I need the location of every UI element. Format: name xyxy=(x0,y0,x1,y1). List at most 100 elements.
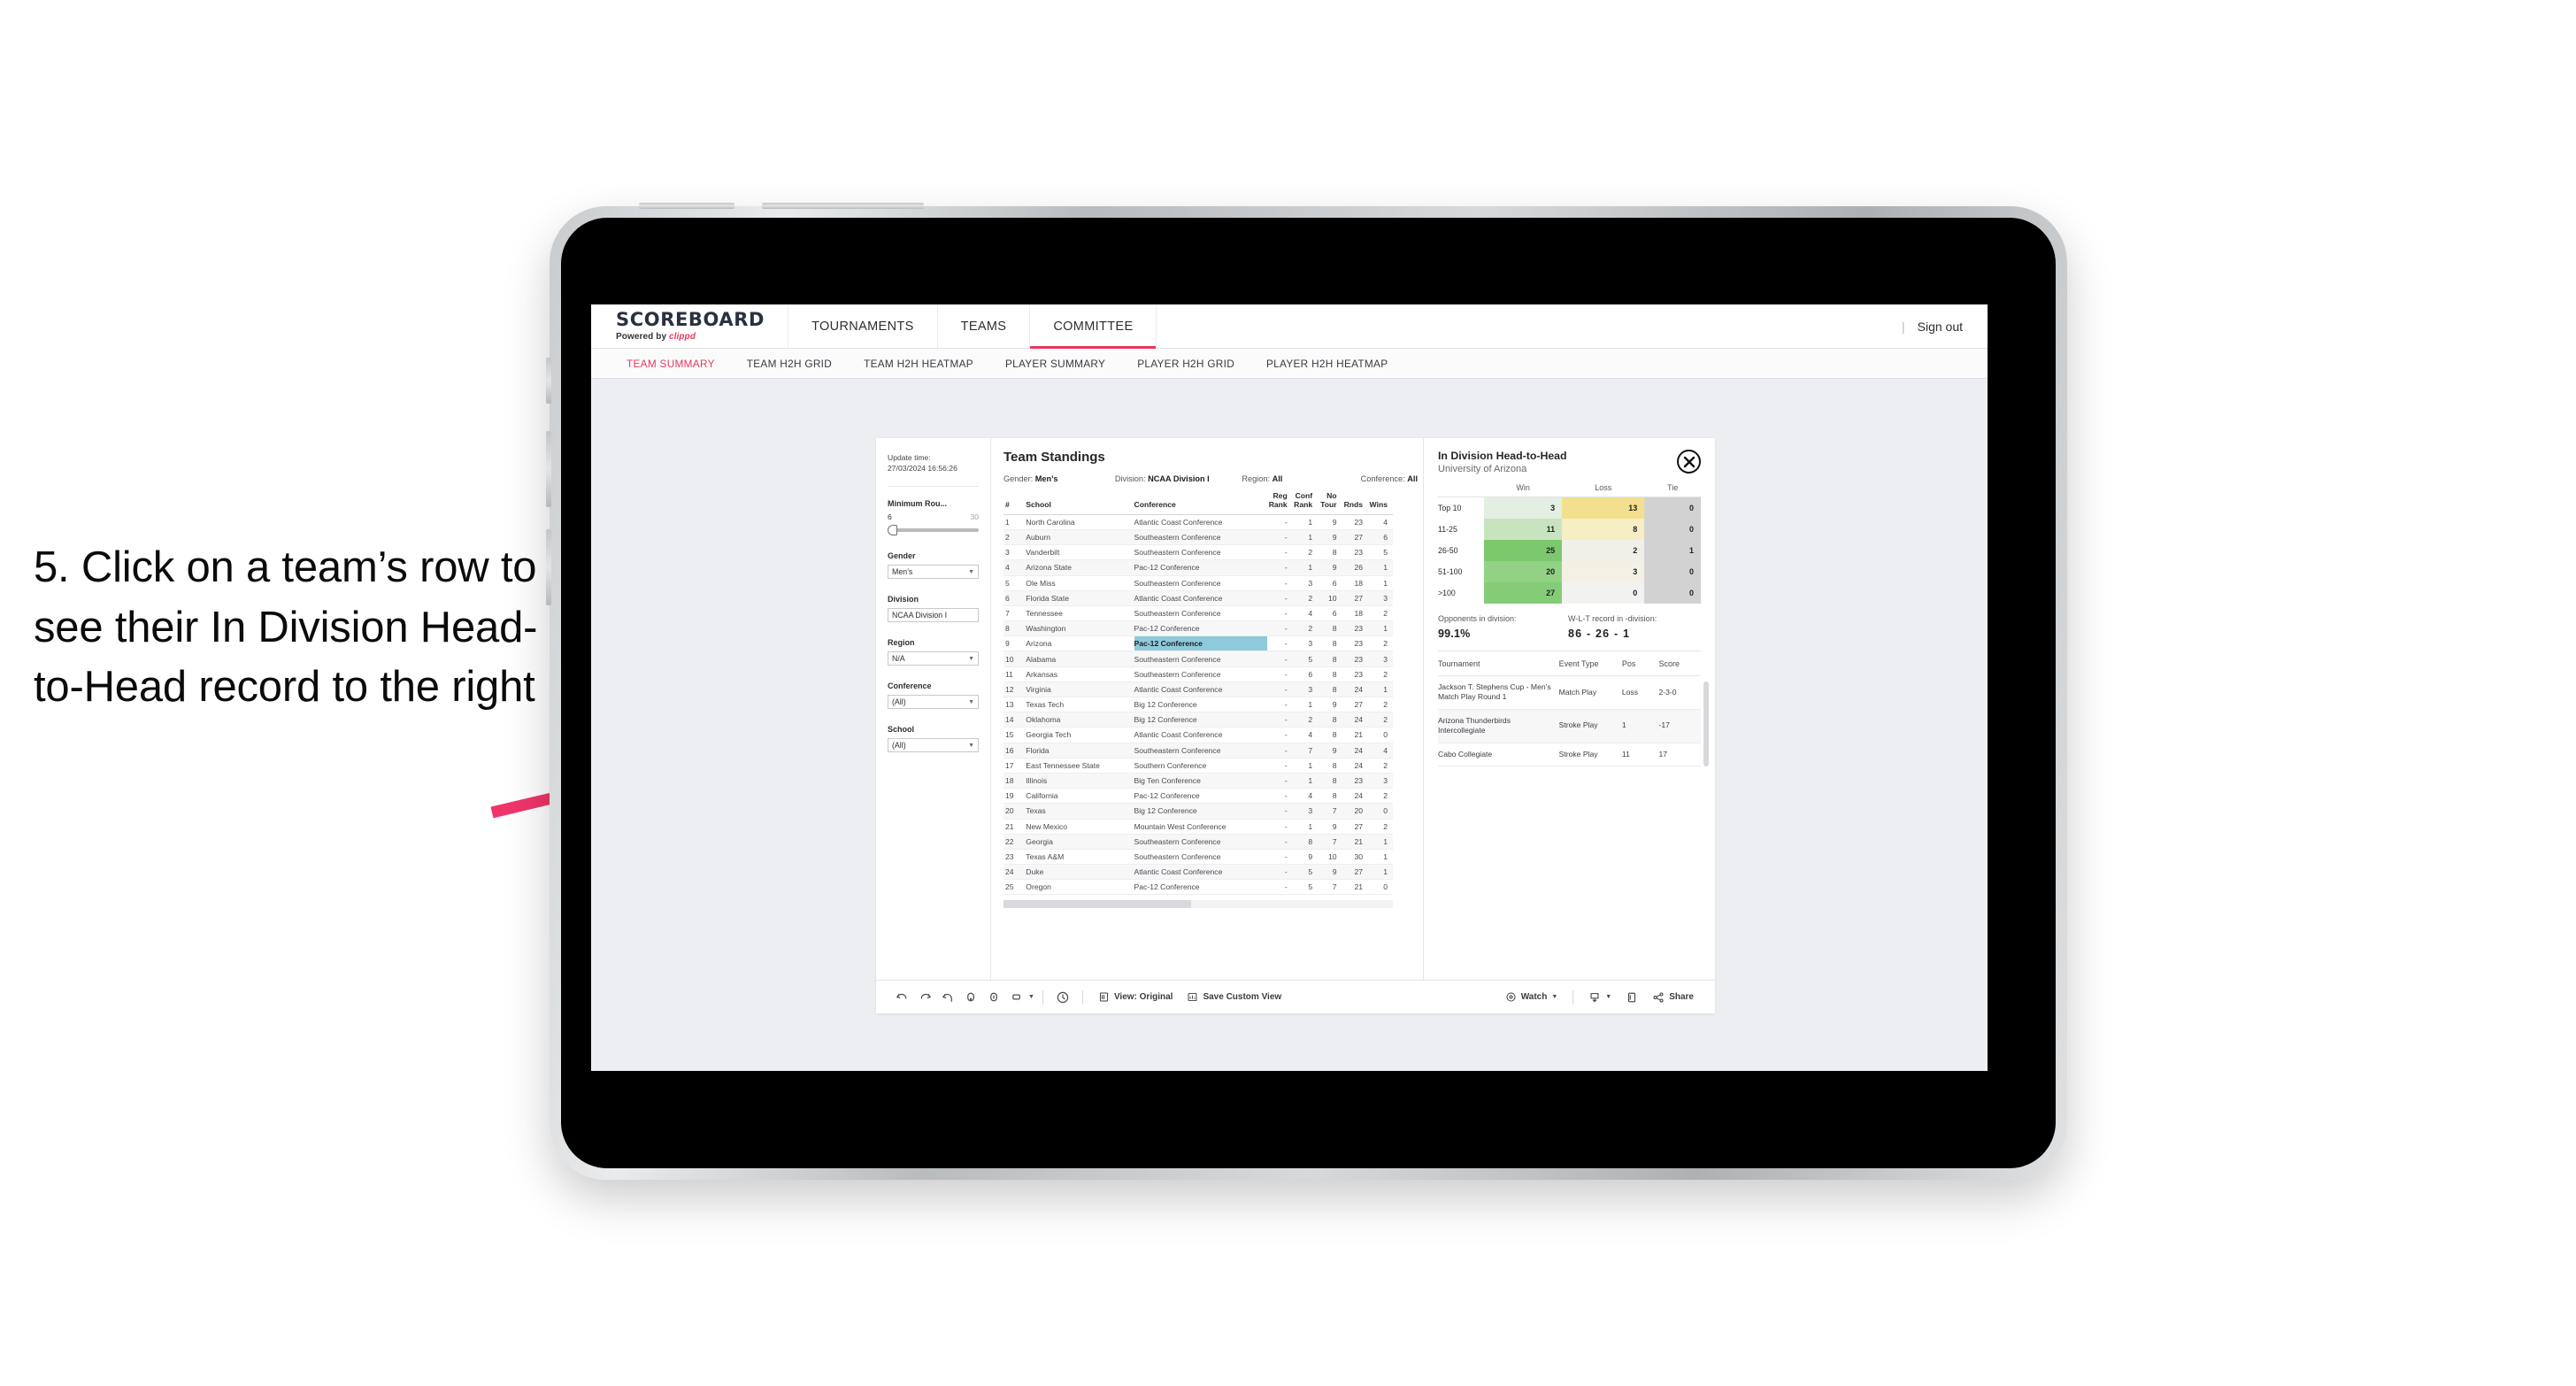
table-row[interactable]: 1 North Carolina Atlantic Coast Conference… xyxy=(1003,514,1393,530)
watch-button[interactable]: Watch ▼ xyxy=(1498,991,1565,1003)
h2h-cell-loss[interactable]: 8 xyxy=(1562,518,1645,540)
cell-no-tour: 9 xyxy=(1318,743,1342,758)
tab-team-h2h-heatmap[interactable]: TEAM H2H HEATMAP xyxy=(848,358,989,370)
h2h-cell-loss[interactable]: 13 xyxy=(1562,497,1645,519)
h2h-cell-win[interactable]: 25 xyxy=(1484,539,1563,561)
table-row[interactable]: 9 Arizona Pac-12 Conference -3 8 23 2 xyxy=(1003,635,1393,652)
table-row[interactable]: 6 Florida State Atlantic Coast Conference -… xyxy=(1003,590,1393,606)
h2h-cell-tie[interactable]: 0 xyxy=(1644,518,1701,540)
table-row[interactable]: 11 Arkansas Southeastern Conference -6 8 23 2 xyxy=(1003,666,1393,682)
cell-no-tour: 9 xyxy=(1318,514,1342,530)
alerts-icon[interactable] xyxy=(1051,986,1074,1009)
brand-logo[interactable]: SCOREBOARD Powered by clippd xyxy=(591,304,789,348)
chevron-down-icon[interactable]: ▼ xyxy=(1551,994,1557,1000)
col-no-tour[interactable]: No Tour xyxy=(1318,491,1342,515)
table-row[interactable]: 3 Vanderbilt Southeastern Conference -2 8 23 5 xyxy=(1003,544,1393,561)
list-item[interactable]: Jackson T. Stephens Cup - Men’s Match Pl… xyxy=(1438,675,1701,710)
revert-icon[interactable] xyxy=(936,986,959,1009)
view-original-button[interactable]: View: Original xyxy=(1091,991,1180,1003)
table-row[interactable]: 23 Texas A&M Southeastern Conference -9 10 30… xyxy=(1003,849,1393,866)
table-row[interactable]: 17 East Tennessee State Southern Conferenc… xyxy=(1003,758,1393,774)
tab-player-summary[interactable]: PLAYER SUMMARY xyxy=(989,358,1121,370)
list-item[interactable]: Cabo Collegiate Stroke Play 11 17 xyxy=(1438,743,1701,766)
h2h-cell-loss[interactable]: 3 xyxy=(1562,560,1645,582)
tab-player-h2h-grid[interactable]: PLAYER H2H GRID xyxy=(1121,358,1250,370)
col-conf-rank[interactable]: Conf Rank xyxy=(1292,491,1319,515)
minimum-rounds-slider[interactable] xyxy=(888,525,979,536)
nav-tournaments[interactable]: TOURNAMENTS xyxy=(788,304,938,348)
nav-teams[interactable]: TEAMS xyxy=(938,304,1031,348)
gender-filter-select[interactable]: Men’s ▼ xyxy=(888,565,979,580)
table-row[interactable]: 4 Arizona State Pac-12 Conference -1 9 26 1 xyxy=(1003,559,1393,576)
sign-out-link[interactable]: Sign out xyxy=(1918,320,1963,334)
h2h-cell-win[interactable]: 3 xyxy=(1484,497,1563,519)
scrollbar-thumb[interactable] xyxy=(1003,900,1191,909)
chevron-down-icon[interactable]: ▼ xyxy=(1605,994,1611,1000)
h2h-cell-tie[interactable]: 0 xyxy=(1644,497,1701,519)
table-row[interactable]: 20 Texas Big 12 Conference -3 7 20 0 xyxy=(1003,803,1393,820)
gender-filter-label: Gender xyxy=(888,551,916,561)
chevron-down-icon[interactable]: ▼ xyxy=(1028,994,1034,1000)
table-row[interactable]: 12 Virginia Atlantic Coast Conference -3 8 24… xyxy=(1003,681,1393,698)
refresh-icon[interactable] xyxy=(959,986,982,1009)
region-filter-select[interactable]: N/A ▼ xyxy=(888,651,979,666)
table-row[interactable]: 14 Oklahoma Big 12 Conference -2 8 24 2 xyxy=(1003,712,1393,728)
h2h-cell-loss[interactable]: 2 xyxy=(1562,539,1645,561)
cell-event-type: Stroke Play xyxy=(1558,743,1622,766)
close-icon[interactable] xyxy=(1677,450,1701,474)
table-row[interactable]: 16 Florida Southeastern Conference -7 9 24 4 xyxy=(1003,743,1393,758)
table-row[interactable]: 10 Alabama Southeastern Conference -5 8 23 3 xyxy=(1003,651,1393,667)
h2h-cell-win[interactable]: 11 xyxy=(1484,518,1563,540)
fullscreen-icon xyxy=(1628,992,1636,1002)
table-row[interactable]: 21 New Mexico Mountain West Conference -1 9 2… xyxy=(1003,819,1393,835)
cell-reg-rank: - xyxy=(1267,864,1293,881)
tab-player-h2h-heatmap[interactable]: PLAYER H2H HEATMAP xyxy=(1250,358,1403,370)
col-reg-rank[interactable]: Reg Rank xyxy=(1267,491,1293,515)
nav-committee[interactable]: COMMITTEE xyxy=(1030,304,1157,349)
h2h-cell-tie[interactable]: 0 xyxy=(1644,560,1701,582)
standings-horizontal-scrollbar[interactable] xyxy=(1003,900,1393,909)
col-wins[interactable]: Wins xyxy=(1368,492,1393,515)
cell-conf-rank: 6 xyxy=(1292,666,1319,682)
school-filter-select[interactable]: (All) ▼ xyxy=(888,738,979,753)
fullscreen-button[interactable] xyxy=(1619,991,1645,1004)
division-filter-select[interactable]: NCAA Division I xyxy=(888,608,979,623)
h2h-cell-tie[interactable]: 1 xyxy=(1644,539,1701,561)
h2h-cell-win[interactable]: 20 xyxy=(1484,560,1563,582)
save-custom-view-button[interactable]: Save Custom View xyxy=(1180,991,1288,1003)
device-button-left-2 xyxy=(546,431,551,507)
undo-icon[interactable] xyxy=(890,986,913,1009)
table-row[interactable]: 15 Georgia Tech Atlantic Coast Conference -… xyxy=(1003,727,1393,743)
slider-handle[interactable] xyxy=(888,525,897,536)
h2h-cell-tie[interactable]: 0 xyxy=(1644,581,1701,604)
conference-filter-select[interactable]: (All) ▼ xyxy=(888,695,979,710)
table-row[interactable]: 25 Oregon Pac-12 Conference -5 7 21 0 xyxy=(1003,879,1393,896)
device-layout-icon[interactable] xyxy=(1005,986,1028,1009)
list-item[interactable]: Arizona Thunderbirds Intercollegiate Stro… xyxy=(1438,709,1701,743)
table-row[interactable]: 13 Texas Tech Big 12 Conference -1 9 27 2 xyxy=(1003,697,1393,713)
cell-rank: 24 xyxy=(1003,864,1027,881)
filter-minimum-rounds: Minimum Rou... 6 30 xyxy=(888,499,979,536)
tab-team-summary[interactable]: TEAM SUMMARY xyxy=(611,358,731,370)
col-conference[interactable]: Conference xyxy=(1134,492,1268,515)
download-button[interactable]: ▼ xyxy=(1581,991,1619,1004)
h2h-cell-loss[interactable]: 0 xyxy=(1562,581,1645,604)
pause-icon[interactable] xyxy=(982,986,1005,1009)
table-row[interactable]: 22 Georgia Southeastern Conference -8 7 21 1 xyxy=(1003,834,1393,850)
table-row[interactable]: 5 Ole Miss Southeastern Conference -3 6 18 1 xyxy=(1003,575,1393,591)
table-row[interactable]: 2 Auburn Southeastern Conference -1 9 27 6 xyxy=(1003,529,1393,546)
table-row[interactable]: 7 Tennessee Southeastern Conference -4 6 18 2 xyxy=(1003,605,1393,622)
h2h-header-row: Win Loss Tie xyxy=(1438,483,1701,498)
tab-team-h2h-grid[interactable]: TEAM H2H GRID xyxy=(731,358,848,370)
h2h-cell-win[interactable]: 27 xyxy=(1484,581,1563,604)
tournaments-vertical-scrollbar[interactable] xyxy=(1703,681,1709,766)
table-row[interactable]: 18 Illinois Big Ten Conference -1 8 23 3 xyxy=(1003,773,1393,789)
table-row[interactable]: 19 California Pac-12 Conference -4 8 24 2 xyxy=(1003,788,1393,805)
table-row[interactable]: 8 Washington Pac-12 Conference -2 8 23 1 xyxy=(1003,620,1393,637)
col-rank[interactable]: # xyxy=(1003,492,1027,515)
col-rnds[interactable]: Rnds xyxy=(1342,492,1369,515)
col-school[interactable]: School xyxy=(1026,492,1134,515)
redo-icon[interactable] xyxy=(913,986,936,1009)
share-button[interactable]: Share xyxy=(1645,991,1701,1004)
table-row[interactable]: 24 Duke Atlantic Coast Conference -5 9 27 1 xyxy=(1003,864,1393,881)
